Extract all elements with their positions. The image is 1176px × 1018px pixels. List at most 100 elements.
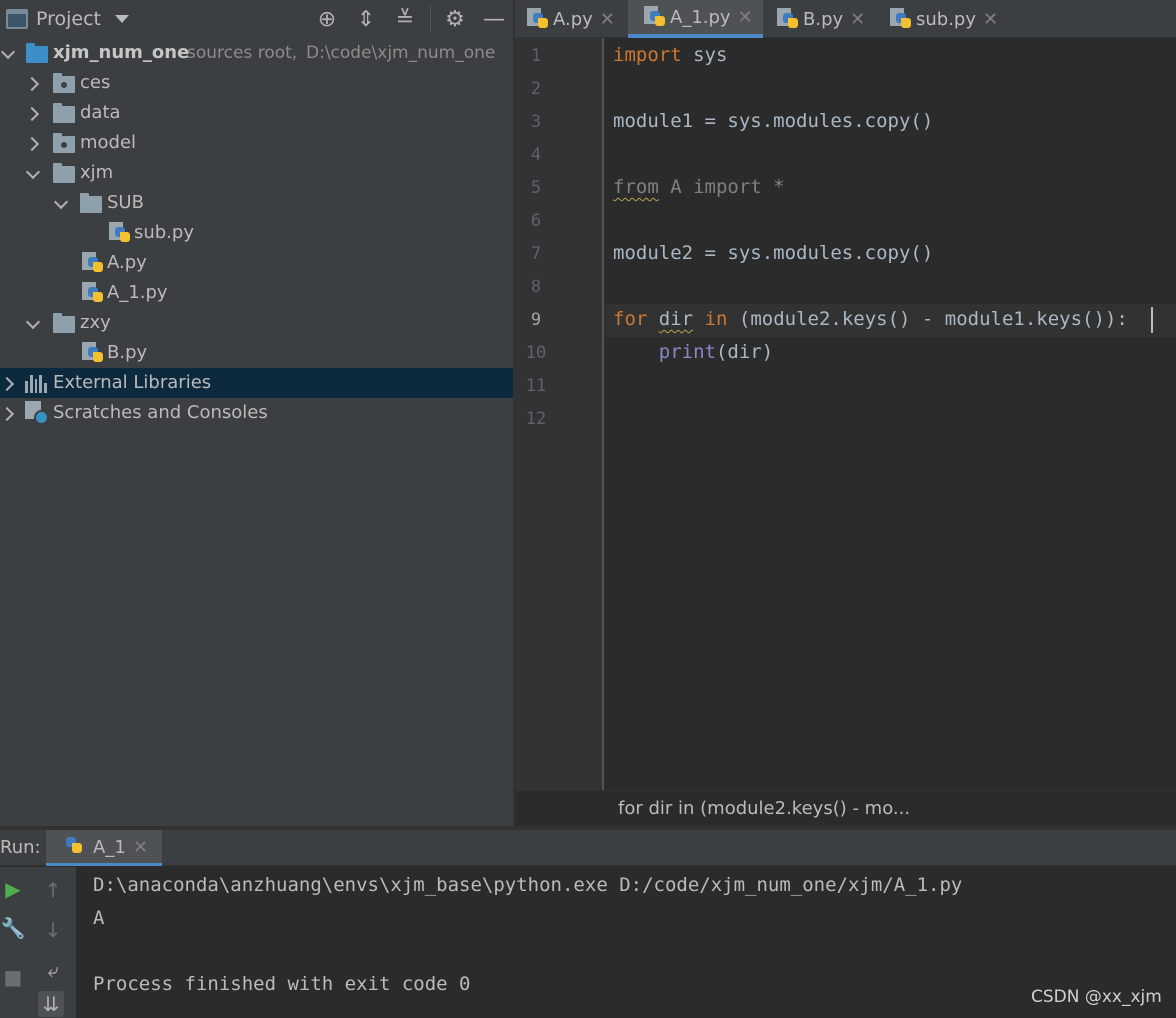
code-text: (module2.keys() - module1.keys()): [727,308,1128,330]
tab-label: A_1.py [670,6,731,28]
line-number: 7 [530,244,542,264]
python-file-icon [82,282,104,304]
chevron-right-icon[interactable] [26,138,38,150]
tree-item-label: data [80,102,121,123]
rerun-icon[interactable]: ▶ [0,876,26,902]
code-line-1[interactable]: import sys [613,44,727,66]
chevron-down-icon[interactable] [26,318,38,330]
chevron-right-icon[interactable] [26,78,38,90]
gear-icon[interactable]: ⚙ [442,6,468,32]
tree-root-xjm_num_one[interactable]: xjm_num_one sources root, D:\code\xjm_nu… [0,38,513,68]
tree-item-SUB[interactable]: SUB [0,188,513,218]
code-line-3[interactable]: module1 = sys.modules.copy() [613,110,933,132]
tree-item-label: xjm [80,162,114,183]
tab-sub-py[interactable]: sub.py ✕ [890,0,1005,38]
tree-item-B-py[interactable]: B.py [0,338,513,368]
wrench-icon[interactable]: 🔧 [0,915,26,941]
project-title: Project [36,8,102,30]
python-file-icon [109,222,131,244]
tree-item-scratches[interactable]: Scratches and Consoles [0,398,513,428]
folder-icon [53,163,75,183]
arrow-down-icon[interactable]: ↓ [40,917,66,943]
tab-A_1-py[interactable]: A_1.py ✕ [628,0,763,38]
tree-item-label: A.py [107,252,147,273]
close-icon[interactable]: ✕ [983,9,998,30]
tab-B-py[interactable]: B.py ✕ [777,0,877,38]
libraries-icon [25,373,47,393]
chevron-right-icon[interactable] [26,108,38,120]
line-number: 4 [530,145,542,165]
chevron-down-icon[interactable] [1,48,13,60]
close-icon[interactable]: ✕ [600,9,615,30]
breadcrumb[interactable]: for dir in (module2.keys() - mo... [618,798,910,819]
tree-item-label: model [80,132,137,153]
python-file-icon [777,8,799,30]
code-line-7[interactable]: module2 = sys.modules.copy() [613,242,933,264]
keyword: in [704,308,728,330]
project-window-icon [6,9,28,29]
tree-item-xjm[interactable]: xjm [0,158,513,188]
soft-wrap-icon[interactable]: ⤶ [40,957,66,983]
tree-item-label: ces [80,72,111,93]
line-number: 10 [525,343,547,363]
chevron-down-icon[interactable] [26,168,38,180]
editor-tab-bar: A.py ✕ A_1.py ✕ B.py ✕ sub.py ✕ [515,0,1176,38]
line-number: 11 [525,376,547,396]
collapse-all-icon[interactable]: ≚ [392,6,418,32]
tab-label: A.py [553,8,593,30]
chevron-right-icon[interactable] [1,378,13,390]
folder-icon [53,313,75,333]
console-line: A [93,907,105,929]
code-line-5[interactable]: from A import * [613,176,785,198]
code-text: module2 = sys.modules.copy() [613,242,934,264]
line-number: 8 [530,277,542,297]
python-icon [64,836,86,858]
python-file-icon [890,8,912,30]
tree-item-ces[interactable]: ces [0,68,513,98]
tree-item-label: External Libraries [53,372,212,393]
chevron-down-icon[interactable] [54,198,66,210]
folder-icon [80,193,102,213]
close-icon[interactable]: ✕ [850,9,865,30]
keyword: import [613,44,682,66]
tree-item-model[interactable]: model [0,128,513,158]
code-text: (dir) [715,341,774,363]
package-folder-icon [53,73,75,93]
tab-A-py[interactable]: A.py ✕ [527,0,630,38]
stop-icon[interactable]: ■ [0,964,26,990]
tree-item-zxy[interactable]: zxy [0,308,513,338]
line-number: 12 [525,409,547,429]
tree-item-external-libraries[interactable]: External Libraries [0,368,513,398]
shadowed-builtin: dir [658,308,694,330]
expand-all-icon[interactable]: ⇕ [353,6,379,32]
scroll-to-end-icon[interactable]: ⇊ [38,991,64,1017]
line-number: 5 [530,178,542,198]
root-path: D:\code\xjm_num_one [306,43,496,63]
chevron-right-icon[interactable] [1,408,13,420]
tree-item-label: sub.py [134,222,195,243]
tree-item-label: zxy [80,312,111,333]
hide-panel-icon[interactable]: — [481,6,507,32]
console-line: D:\anaconda\anzhuang\envs\xjm_base\pytho… [93,874,963,896]
close-icon[interactable]: ✕ [133,837,148,858]
code-line-10[interactable]: print(dir) [613,341,773,363]
tree-item-A-py[interactable]: A.py [0,248,513,278]
scratches-icon [25,401,49,425]
tree-item-data[interactable]: data [0,98,513,128]
tree-item-A_1-py[interactable]: A_1.py [0,278,513,308]
code-line-9[interactable]: for dir in (module2.keys() - module1.key… [613,308,1128,330]
python-file-icon [527,8,549,30]
line-number: 2 [530,79,542,99]
arrow-up-icon[interactable]: ↑ [40,877,66,903]
python-file-icon [644,6,666,28]
builtin-function: print [658,341,716,363]
line-number: 1 [530,46,542,66]
line-number: 3 [530,112,542,132]
code-text: A import * [658,176,785,198]
locate-icon[interactable]: ⊕ [314,6,340,32]
close-icon[interactable]: ✕ [738,7,753,28]
tree-item-label: Scratches and Consoles [53,402,268,423]
project-view-selector[interactable]: Project [6,6,130,32]
run-tab-label: A_1 [93,837,126,858]
tree-item-sub-py[interactable]: sub.py [0,218,513,248]
